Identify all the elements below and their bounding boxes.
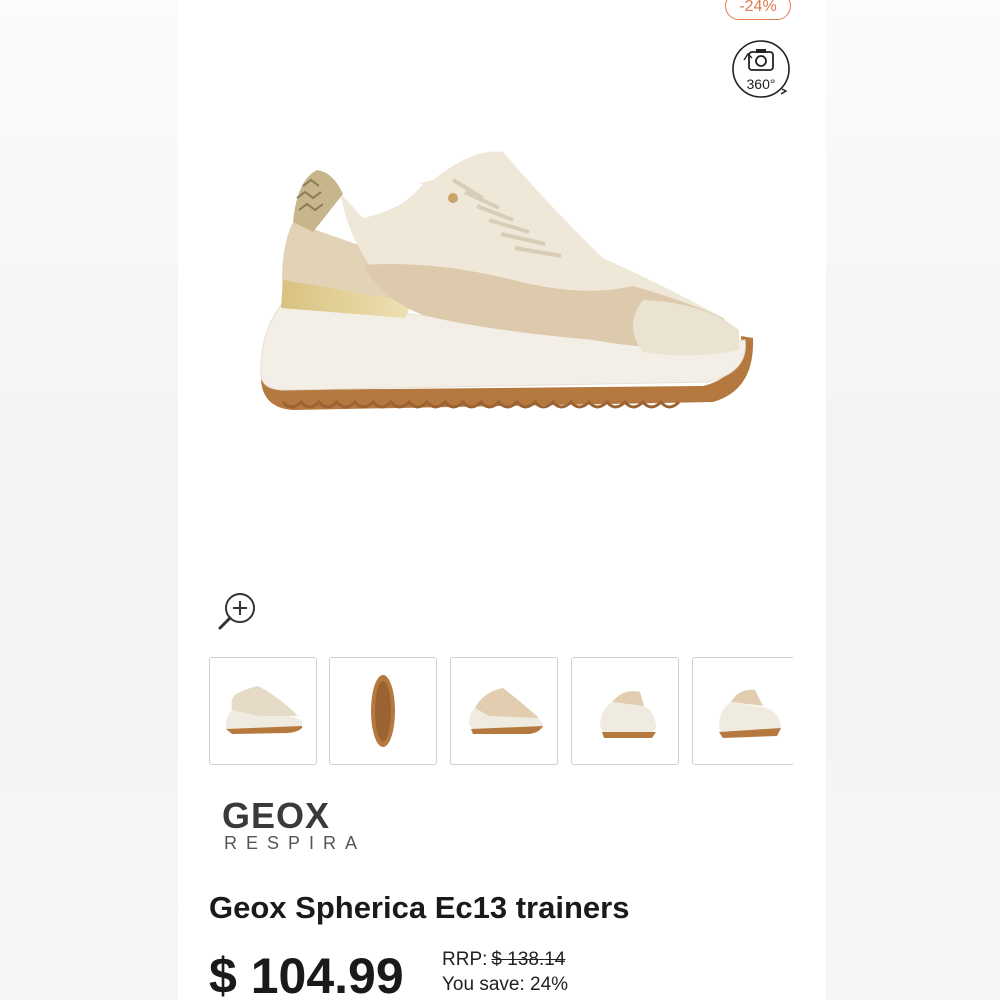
product-panel: -24% 360° GEOX RESPIRA Geox Spherica Ec1… [178, 0, 826, 1000]
rrp-label: RRP: [442, 949, 488, 970]
sneaker-back-thumb-image [719, 689, 781, 738]
view-360-button[interactable]: 360° [730, 38, 792, 100]
thumb-sole-view[interactable] [329, 657, 437, 765]
rrp-old-price: $ 138.14 [491, 949, 566, 970]
thumb-back-angle-view[interactable] [692, 657, 793, 765]
zoom-button[interactable] [216, 588, 260, 632]
sneaker-illustration [260, 151, 754, 410]
thumb-inner-side-view[interactable] [450, 657, 558, 765]
thumb-front-angle-view[interactable] [571, 657, 679, 765]
sneaker-sole-thumb-image [371, 675, 395, 747]
rrp-line: RRP: $ 138.14 [442, 948, 565, 972]
brand-name: GEOX [222, 795, 331, 836]
brand-subtitle: RESPIRA [224, 833, 367, 853]
thumbnail-strip [209, 657, 793, 767]
current-price: $ 104.99 [209, 948, 404, 1000]
discount-badge: -24% [725, 0, 791, 20]
thumb-side-view[interactable] [209, 657, 317, 765]
zoom-in-icon [218, 593, 255, 630]
sneaker-front-thumb-image [600, 691, 656, 738]
background-blur-right [826, 0, 1000, 1000]
product-title: Geox Spherica Ec13 trainers [209, 890, 630, 925]
main-product-image[interactable] [253, 140, 763, 440]
sneaker-side-thumb-image [226, 686, 302, 734]
you-save-text: You save: 24% [442, 974, 569, 995]
view-360-label: 360° [747, 76, 776, 92]
camera-360-icon: 360° [732, 40, 790, 98]
background-blur-left [0, 0, 178, 1000]
sneaker-inner-thumb-image [469, 688, 543, 734]
